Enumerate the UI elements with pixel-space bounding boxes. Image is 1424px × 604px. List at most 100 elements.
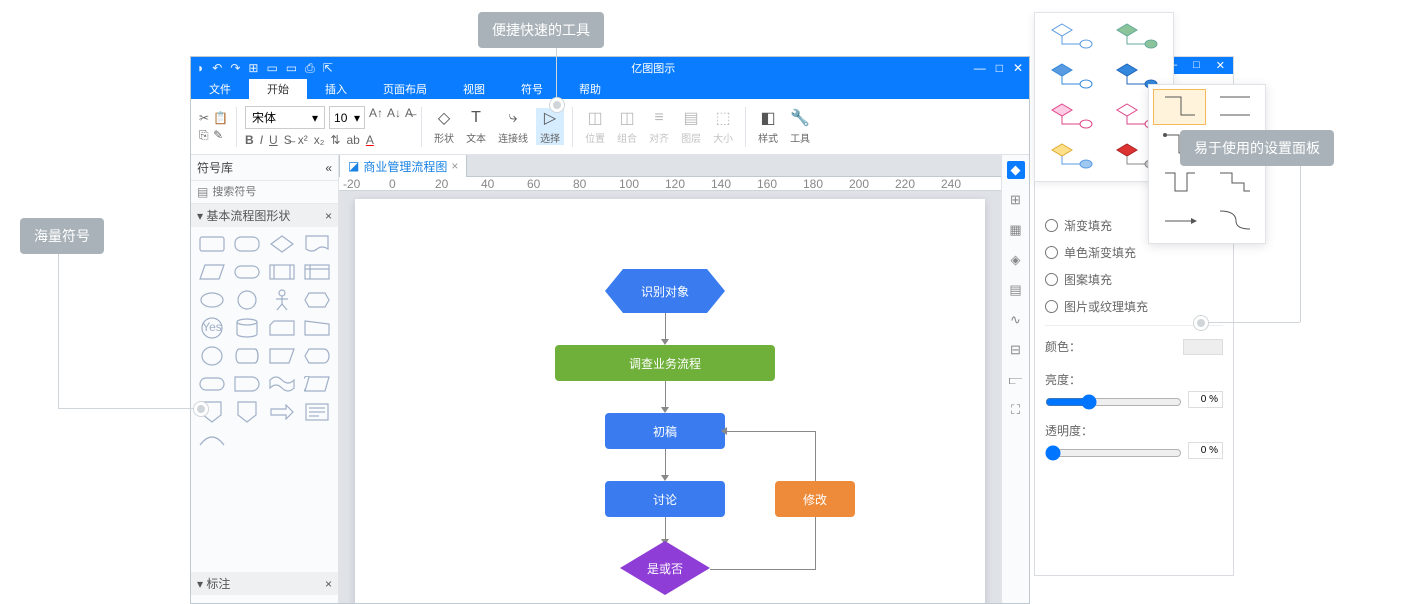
- select-button[interactable]: ▷选择: [536, 108, 564, 145]
- copy-icon[interactable]: ⎘: [199, 128, 209, 143]
- shape-tape[interactable]: [266, 371, 299, 397]
- menu-insert[interactable]: 插入: [307, 79, 365, 99]
- tools-button[interactable]: 🔧工具: [786, 108, 814, 145]
- rail-page-icon[interactable]: ▤: [1007, 281, 1025, 299]
- gallery-shape[interactable]: [1041, 59, 1102, 95]
- fill-pattern-option[interactable]: 图案填充: [1045, 271, 1223, 288]
- connector-button[interactable]: ⤷连接线: [494, 108, 532, 145]
- shape-pill[interactable]: [195, 371, 228, 397]
- fill-texture-option[interactable]: 图片或纹理填充: [1045, 298, 1223, 315]
- doc-tab[interactable]: ◪ 商业管理流程图 ×: [339, 155, 467, 178]
- node-decision[interactable]: 是或否: [620, 541, 710, 595]
- size-button[interactable]: ⬚大小: [709, 108, 737, 145]
- super-icon[interactable]: x²: [298, 133, 308, 147]
- shape-oval2[interactable]: [195, 343, 228, 369]
- fill-solid-gradient-option[interactable]: 单色渐变填充: [1045, 244, 1223, 261]
- rail-expand-icon[interactable]: ⛶: [1007, 401, 1025, 419]
- category-flowchart[interactable]: ▾ 基本流程图形状×: [191, 204, 338, 227]
- text-button[interactable]: T文本: [462, 108, 490, 145]
- save-icon[interactable]: ▭: [286, 61, 297, 75]
- node-identify[interactable]: 识别对象: [605, 269, 725, 313]
- shape-predefined[interactable]: [266, 259, 299, 285]
- shape-disk[interactable]: [230, 343, 263, 369]
- layer-button[interactable]: ▤图层: [677, 108, 705, 145]
- connector-style[interactable]: [1208, 203, 1261, 239]
- shape-rect[interactable]: [195, 231, 228, 257]
- underline-icon[interactable]: U: [269, 133, 278, 147]
- position-button[interactable]: ◫位置: [581, 108, 609, 145]
- close-cat-icon[interactable]: ×: [325, 577, 332, 591]
- bold-icon[interactable]: B: [245, 133, 254, 147]
- transparency-value[interactable]: 0 %: [1188, 442, 1223, 459]
- cut-icon[interactable]: ✂: [199, 111, 209, 125]
- font-select[interactable]: 宋体▾: [245, 106, 325, 129]
- shape-line[interactable]: [195, 427, 228, 453]
- menu-help[interactable]: 帮助: [561, 79, 619, 99]
- export-icon[interactable]: ⇱: [323, 61, 333, 75]
- shape-internal[interactable]: [301, 259, 334, 285]
- annot-2[interactable]: [230, 599, 263, 603]
- new-icon[interactable]: ⊞: [248, 61, 258, 75]
- align-button[interactable]: ≡对齐: [645, 108, 673, 145]
- shape-hex[interactable]: [301, 287, 334, 313]
- gallery-shape[interactable]: [1106, 19, 1167, 55]
- transparency-slider[interactable]: [1045, 445, 1182, 461]
- menu-file[interactable]: 文件: [191, 79, 249, 99]
- close-tab-icon[interactable]: ×: [451, 159, 458, 173]
- shape-circle[interactable]: [230, 287, 263, 313]
- rail-layers-icon[interactable]: ◈: [1007, 251, 1025, 269]
- max-icon[interactable]: □: [1185, 57, 1208, 74]
- rail-chart-icon[interactable]: ⫍: [1007, 371, 1025, 389]
- sub-icon[interactable]: x₂: [314, 133, 325, 147]
- shape-ellipse[interactable]: [195, 287, 228, 313]
- connector-style[interactable]: [1153, 89, 1206, 125]
- max-icon[interactable]: □: [996, 61, 1003, 75]
- min-icon[interactable]: —: [974, 61, 986, 75]
- category-annotation[interactable]: ▾ 标注×: [191, 572, 338, 595]
- shape-terminator[interactable]: [230, 259, 263, 285]
- rail-image-icon[interactable]: ▦: [1007, 221, 1025, 239]
- shape-yes[interactable]: Yes: [195, 315, 228, 341]
- menu-view[interactable]: 视图: [445, 79, 503, 99]
- shape-cylinder[interactable]: [230, 315, 263, 341]
- shape-trap[interactable]: [266, 343, 299, 369]
- library-icon[interactable]: ▤: [197, 185, 208, 199]
- brightness-value[interactable]: 0 %: [1188, 391, 1223, 408]
- shape-rounded[interactable]: [230, 231, 263, 257]
- gallery-shape[interactable]: [1041, 139, 1102, 175]
- font-increase-icon[interactable]: A↑: [369, 106, 383, 129]
- search-input[interactable]: [212, 186, 354, 198]
- close-icon[interactable]: ✕: [1013, 61, 1023, 75]
- spacing-icon[interactable]: ⇅: [330, 133, 340, 147]
- rail-line-icon[interactable]: ∿: [1007, 311, 1025, 329]
- close-cat-icon[interactable]: ×: [325, 209, 332, 223]
- highlight-icon[interactable]: ab: [346, 133, 359, 147]
- rail-grid-icon[interactable]: ⊞: [1007, 191, 1025, 209]
- node-draft[interactable]: 初稿: [605, 413, 725, 449]
- brightness-slider[interactable]: [1045, 394, 1182, 410]
- node-investigate[interactable]: 调查业务流程: [555, 345, 775, 381]
- font-color-icon[interactable]: A: [366, 133, 374, 147]
- connector-style[interactable]: [1208, 89, 1261, 125]
- menu-page-layout[interactable]: 页面布局: [365, 79, 445, 99]
- shape-doc[interactable]: [301, 231, 334, 257]
- shape-arrow[interactable]: [266, 399, 299, 425]
- font-clear-icon[interactable]: A̶: [405, 106, 413, 129]
- annot-3[interactable]: [266, 599, 299, 603]
- shape-manual[interactable]: [301, 315, 334, 341]
- color-swatch[interactable]: [1183, 339, 1223, 355]
- italic-icon[interactable]: I: [260, 133, 263, 147]
- canvas[interactable]: 识别对象 调查业务流程 初稿 讨论 是或否 修改: [339, 191, 1001, 603]
- shape-actor[interactable]: [266, 287, 299, 313]
- shape-offpage2[interactable]: [230, 399, 263, 425]
- menu-start[interactable]: 开始: [249, 79, 307, 99]
- node-discuss[interactable]: 讨论: [605, 481, 725, 517]
- annot-4[interactable]: [301, 599, 334, 603]
- shape-card[interactable]: [266, 315, 299, 341]
- annot-1[interactable]: [195, 599, 228, 603]
- font-decrease-icon[interactable]: A↓: [387, 106, 401, 129]
- undo-icon[interactable]: ↶: [212, 61, 222, 75]
- rail-table-icon[interactable]: ⊟: [1007, 341, 1025, 359]
- shape-diamond[interactable]: [266, 231, 299, 257]
- connector-style[interactable]: [1208, 165, 1261, 201]
